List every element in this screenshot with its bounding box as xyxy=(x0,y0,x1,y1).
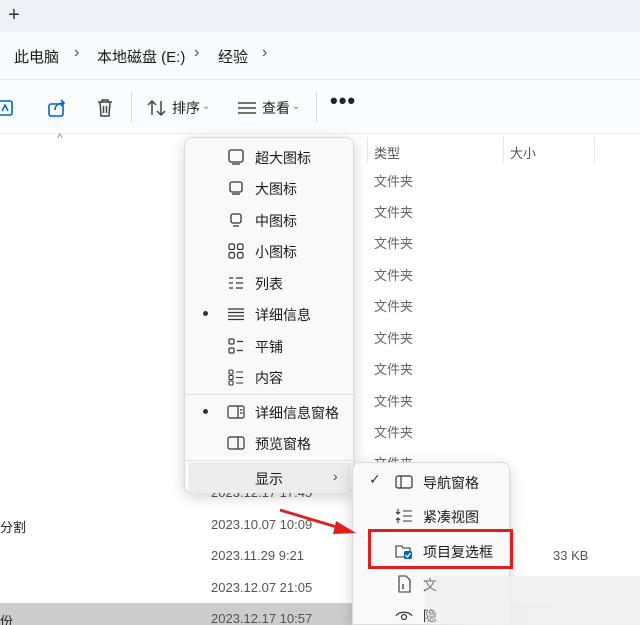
menu-item-medium-icons[interactable]: 中图标 xyxy=(189,204,351,235)
menu-item-label: 预览窗格 xyxy=(255,436,311,452)
menu-item-label: 显示 xyxy=(255,471,283,487)
chevron-down-icon[interactable]: ⌄ xyxy=(292,101,300,112)
breadcrumb-chevron-icon[interactable]: › xyxy=(194,44,199,62)
see-more-button[interactable]: ••• xyxy=(330,88,356,114)
details-pane-icon xyxy=(227,405,245,419)
toolbar-divider xyxy=(316,92,317,122)
row-date: 2023.12.07 21:05 xyxy=(211,580,313,595)
submenu-item-navigation-pane[interactable]: ✓ 导航窗格 xyxy=(357,465,507,497)
details-icon xyxy=(228,308,244,321)
sort-icon[interactable] xyxy=(146,97,168,119)
menu-item-label: 列表 xyxy=(255,276,283,292)
menu-item-label: 大图标 xyxy=(255,181,297,197)
sort-button[interactable]: 排序 xyxy=(172,98,200,118)
command-bar: 排序 ⌄ 查看 ⌄ ••• xyxy=(0,80,640,134)
breadcrumb-this-pc[interactable]: 此电脑 xyxy=(14,46,59,67)
row-type: 文件夹 xyxy=(374,331,414,346)
menu-item-large-icons[interactable]: 大图标 xyxy=(189,172,351,203)
menu-item-extra-large-icons[interactable]: 超大图标 xyxy=(189,141,351,172)
view-button[interactable]: 查看 xyxy=(262,98,290,118)
row-name[interactable]: 分割 xyxy=(0,517,26,536)
breadcrumb-chevron-icon[interactable]: › xyxy=(74,44,79,62)
small-icons-icon xyxy=(228,243,244,259)
menu-item-details[interactable]: 详细信息 xyxy=(189,298,351,329)
breadcrumb-folder[interactable]: 经验 xyxy=(218,46,248,67)
hidden-items-icon xyxy=(395,611,413,621)
address-bar[interactable]: 此电脑 › 本地磁盘 (E:) › 经验 › xyxy=(0,32,640,80)
submenu-item-label: 导航窗格 xyxy=(423,475,479,491)
column-header-type[interactable]: 类型 xyxy=(374,143,400,162)
row-type: 文件夹 xyxy=(374,268,414,283)
content-icon xyxy=(228,369,243,386)
row-date: 2023.11.29 9:21 xyxy=(211,548,305,563)
submenu-item-compact-view[interactable]: 紧凑视图 xyxy=(357,499,507,531)
row-type: 文件夹 xyxy=(374,394,414,409)
row-type: 文件夹 xyxy=(374,425,414,440)
new-tab-button[interactable]: + xyxy=(2,0,26,32)
rename-icon[interactable] xyxy=(0,97,22,119)
column-divider[interactable] xyxy=(367,137,368,163)
share-icon[interactable] xyxy=(46,97,68,119)
menu-item-label: 超大图标 xyxy=(255,150,311,166)
preview-pane-icon xyxy=(227,436,245,450)
menu-item-small-icons[interactable]: 小图标 xyxy=(189,235,351,266)
row-type: 文件夹 xyxy=(374,174,414,189)
menu-item-label: 内容 xyxy=(255,370,283,386)
column-header-size[interactable]: 大小 xyxy=(510,143,536,162)
row-date: 2023.10.07 10:09 xyxy=(211,517,313,532)
menu-item-label: 详细信息 xyxy=(255,307,311,323)
view-icon[interactable] xyxy=(236,97,258,119)
breadcrumb-drive[interactable]: 本地磁盘 (E:) xyxy=(97,46,185,67)
row-type: 文件夹 xyxy=(374,205,414,220)
file-extension-icon xyxy=(398,575,411,593)
menu-item-label: 中图标 xyxy=(255,213,297,229)
row-type: 文件夹 xyxy=(374,236,414,251)
large-icons-icon xyxy=(229,181,243,195)
compact-view-icon xyxy=(395,509,412,523)
delete-icon[interactable] xyxy=(94,97,116,119)
menu-item-content[interactable]: 内容 xyxy=(189,361,351,392)
menu-item-label: 详细信息窗格 xyxy=(255,405,339,421)
toolbar-divider xyxy=(131,92,132,122)
tab-bar: + xyxy=(0,0,640,32)
breadcrumb-chevron-icon[interactable]: › xyxy=(262,44,267,62)
chevron-down-icon[interactable]: ⌄ xyxy=(202,101,210,112)
menu-separator xyxy=(185,460,353,461)
column-divider[interactable] xyxy=(594,137,595,163)
annotation-highlight-box xyxy=(368,529,513,569)
sort-caret-icon: ^ xyxy=(57,131,63,145)
menu-item-details-pane[interactable]: 详细信息窗格 xyxy=(189,396,351,427)
menu-item-preview-pane[interactable]: 预览窗格 xyxy=(189,427,351,458)
row-date: 2023.12.17 10:57 xyxy=(211,611,313,625)
submenu-item-label: 紧凑视图 xyxy=(423,509,479,525)
row-size: 33 KB xyxy=(553,548,589,563)
menu-separator xyxy=(185,394,353,395)
selected-indicator-icon xyxy=(203,311,208,316)
watermark-overlay xyxy=(425,576,640,625)
checkmark-icon: ✓ xyxy=(369,471,381,487)
row-type: 文件夹 xyxy=(374,362,414,377)
medium-icons-icon xyxy=(230,213,242,227)
extra-large-icons-icon xyxy=(228,149,244,165)
list-icon xyxy=(229,277,243,289)
row-type: 文件夹 xyxy=(374,299,414,314)
menu-item-label: 小图标 xyxy=(255,244,297,260)
tiles-icon xyxy=(228,338,243,354)
menu-item-show[interactable]: 显示 › xyxy=(189,462,351,493)
navigation-pane-icon xyxy=(395,475,413,489)
menu-item-list[interactable]: 列表 xyxy=(189,267,351,298)
chevron-right-icon: › xyxy=(333,468,338,484)
menu-item-label: 平铺 xyxy=(255,339,283,355)
selected-indicator-icon xyxy=(203,409,208,414)
menu-item-tiles[interactable]: 平铺 xyxy=(189,330,351,361)
view-menu: 超大图标 大图标 中图标 小图标 列表 详细信息 平铺 内容 详细信息窗格 预览… xyxy=(184,137,354,493)
row-name[interactable]: 份 xyxy=(0,611,13,625)
column-divider[interactable] xyxy=(503,137,504,163)
